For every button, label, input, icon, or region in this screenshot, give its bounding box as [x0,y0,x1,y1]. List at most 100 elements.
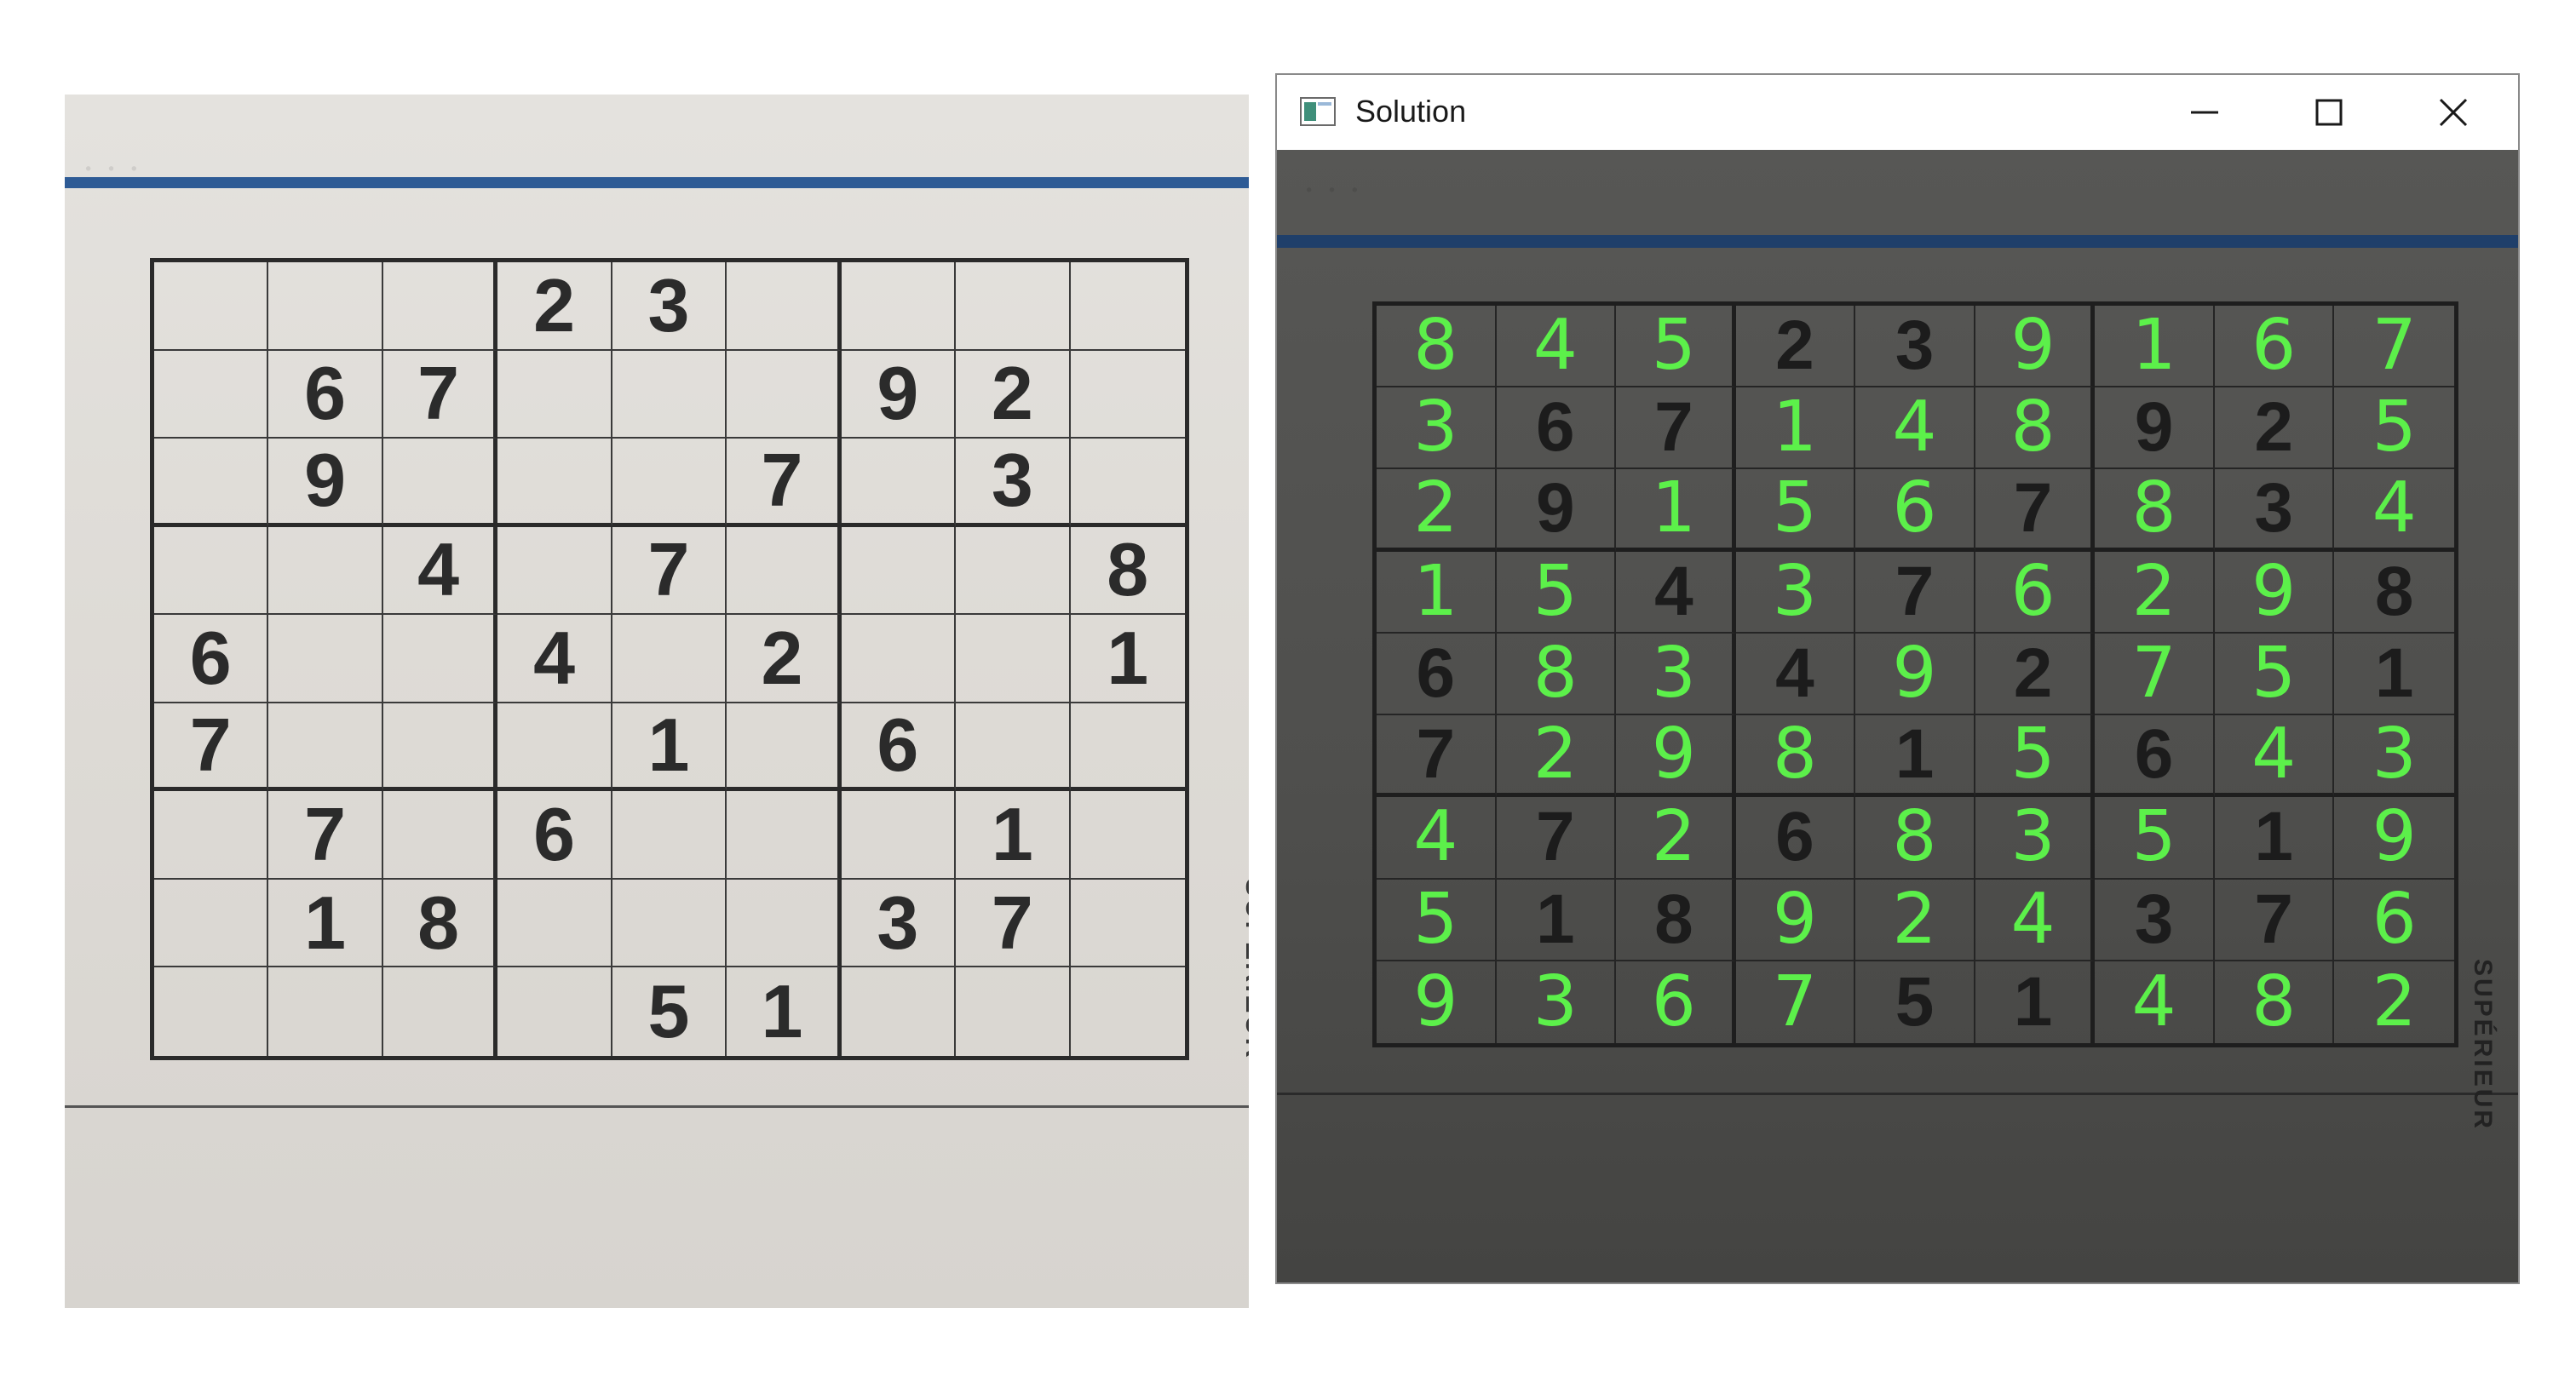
sudoku-cell: 7 [727,439,842,527]
sudoku-cell [268,526,383,616]
sudoku-cell: 5 [1377,879,1497,961]
sudoku-cell: 4 [1616,551,1736,634]
sudoku-cell: 1 [1735,387,1856,470]
sudoku-cell: 6 [154,615,269,703]
sudoku-cell [497,350,612,439]
close-button[interactable] [2391,75,2516,150]
sudoku-cell [382,703,498,792]
sudoku-cell [727,350,842,439]
sudoku-cell: 1 [268,879,383,968]
maximize-icon [2315,99,2343,126]
sudoku-cell: 6 [2334,880,2454,961]
sudoku-cell: 8 [2215,961,2335,1043]
sudoku-cell [612,439,727,527]
sudoku-cell [268,967,383,1056]
side-print-text: SUPÉRIEUR [2469,959,2497,1132]
sudoku-cell: 5 [2214,633,2335,716]
sudoku-cell: 6 [1496,387,1617,470]
sudoku-cell: 1 [1855,715,1975,798]
sudoku-cell [382,791,498,880]
sudoku-cell: 4 [2095,961,2215,1043]
sudoku-cell: 7 [956,879,1071,968]
sudoku-cell [841,526,957,616]
sudoku-cell: 2 [1975,633,2096,716]
sudoku-cell [154,967,269,1056]
sudoku-cell [956,967,1071,1056]
sudoku-cell: 3 [2214,469,2335,552]
sudoku-cell: 4 [382,526,498,616]
sudoku-cell: 1 [1377,551,1497,634]
sudoku-cell: 3 [1616,633,1736,716]
sudoku-cell: 9 [2214,551,2335,634]
background-print: · · · [1302,168,1361,211]
sudoku-cell: 4 [497,615,612,703]
sudoku-cell [154,262,269,351]
sudoku-cell: 6 [1855,469,1975,552]
sudoku-cell: 1 [1496,879,1617,961]
sudoku-cell: 5 [1735,469,1856,552]
sudoku-cell: 7 [268,791,383,880]
title-bar[interactable]: Solution [1277,75,2518,150]
sudoku-cell [383,967,498,1056]
sudoku-cell [956,526,1071,616]
sudoku-cell: 6 [2214,306,2335,388]
sudoku-cell: 1 [1975,961,2096,1043]
sudoku-cell: 1 [2214,797,2335,880]
sudoku-cell: 2 [1496,715,1617,798]
sudoku-photo: · · · 2367929734786421716761183751 SUPÉR… [65,95,1249,1308]
sudoku-cell: 3 [1497,961,1617,1043]
close-icon [2439,98,2468,127]
sudoku-cell: 2 [956,350,1071,439]
sudoku-cell [497,879,612,968]
sudoku-cell: 4 [1855,387,1975,470]
sudoku-cell [612,791,727,880]
sudoku-cell: 1 [956,791,1071,880]
sudoku-cell: 8 [1975,387,2096,470]
sudoku-cell: 5 [1496,551,1617,634]
sudoku-cell [841,262,957,351]
sudoku-cell: 8 [2095,469,2215,552]
window-title: Solution [1355,94,1467,129]
sudoku-cell [1070,880,1185,968]
sudoku-cell [154,350,269,439]
sudoku-cell: 9 [2334,797,2454,880]
sudoku-cell [1070,439,1185,527]
sudoku-cell: 1 [1616,469,1736,552]
sudoku-cell: 3 [612,262,727,351]
sudoku-cell [497,703,612,792]
sudoku-cell [1070,262,1185,351]
page-rule [1277,1093,2518,1095]
sudoku-cell: 4 [1377,797,1497,880]
sudoku-cell: 2 [2095,551,2215,634]
sudoku-cell [612,615,727,703]
sudoku-cell: 6 [1377,633,1497,716]
sudoku-cell: 2 [1377,469,1497,552]
minimize-button[interactable] [2142,75,2267,150]
sudoku-cell: 1 [727,967,842,1056]
sudoku-cell: 8 [1070,527,1185,616]
sudoku-cell: 3 [2095,879,2215,961]
sudoku-cell: 9 [1975,306,2096,388]
blue-rule [65,177,1249,188]
sudoku-cell: 1 [612,703,727,792]
solution-image: · · · 8452391673671489252915678341543762… [1277,150,2518,1282]
sudoku-cell [727,262,842,351]
sudoku-cell: 6 [1616,961,1736,1043]
sudoku-cell [727,791,842,880]
sudoku-cell: 2 [497,262,612,351]
sudoku-cell: 5 [2334,387,2454,470]
sudoku-cell: 3 [1975,797,2096,880]
sudoku-cell: 7 [1855,551,1975,634]
sudoku-cell: 4 [1975,879,2096,961]
sudoku-cell [956,703,1071,792]
sudoku-cell: 9 [268,439,383,527]
maximize-button[interactable] [2267,75,2391,150]
sudoku-cell: 7 [382,350,498,439]
sudoku-solution-grid: 8452391673671489252915678341543762986834… [1372,301,2458,1047]
sudoku-cell [268,262,383,351]
sudoku-cell [154,526,269,616]
sudoku-cell: 8 [1616,879,1736,961]
sudoku-cell: 3 [1377,387,1497,470]
sudoku-cell: 7 [1736,961,1856,1043]
sudoku-cell [268,615,383,703]
